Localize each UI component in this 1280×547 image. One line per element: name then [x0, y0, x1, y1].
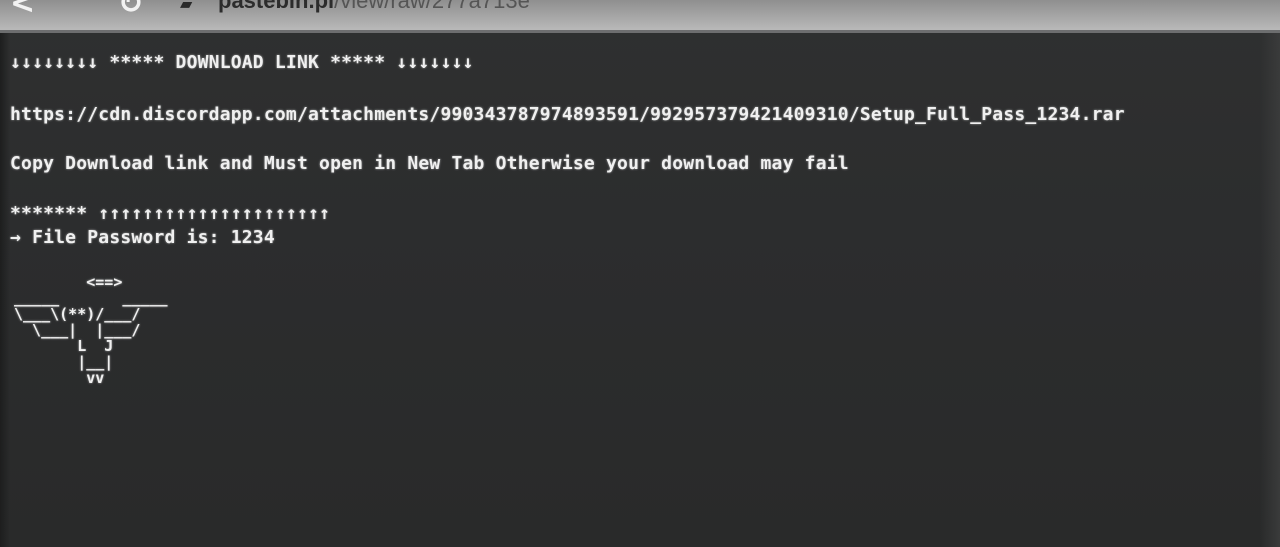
download-link-header: ↓↓↓↓↓↓↓↓ ***** DOWNLOAD LINK ***** ↓↓↓↓↓…: [10, 52, 474, 73]
browser-toolbar: < ↻ ▰ pastebin.pl/view/raw/277a713e: [0, 0, 1280, 33]
screen: < ↻ ▰ pastebin.pl/view/raw/277a713e ↓↓↓↓…: [0, 0, 1280, 547]
reload-icon[interactable]: ↻: [118, 0, 143, 21]
screen-bezel: [0, 33, 10, 547]
file-password: → File Password is: 1234: [10, 227, 275, 248]
download-instruction: Copy Download link and Must open in New …: [10, 153, 849, 174]
window-edge: [1260, 33, 1280, 547]
url-path: /view/raw/277a713e: [334, 0, 530, 13]
url-host: pastebin.pl: [218, 0, 335, 13]
back-arrow-icon[interactable]: <: [10, 0, 35, 21]
address-bar[interactable]: pastebin.pl/view/raw/277a713e: [218, 0, 530, 14]
download-url: https://cdn.discordapp.com/attachments/9…: [10, 104, 1125, 125]
ascii-art-figure: <==> _____ _____ \___\(**)/___/ \___| |_…: [14, 273, 168, 387]
lock-icon[interactable]: ▰: [180, 0, 192, 13]
arrow-divider: ******* ↑↑↑↑↑↑↑↑↑↑↑↑↑↑↑↑↑↑↑↑↑: [10, 203, 331, 224]
